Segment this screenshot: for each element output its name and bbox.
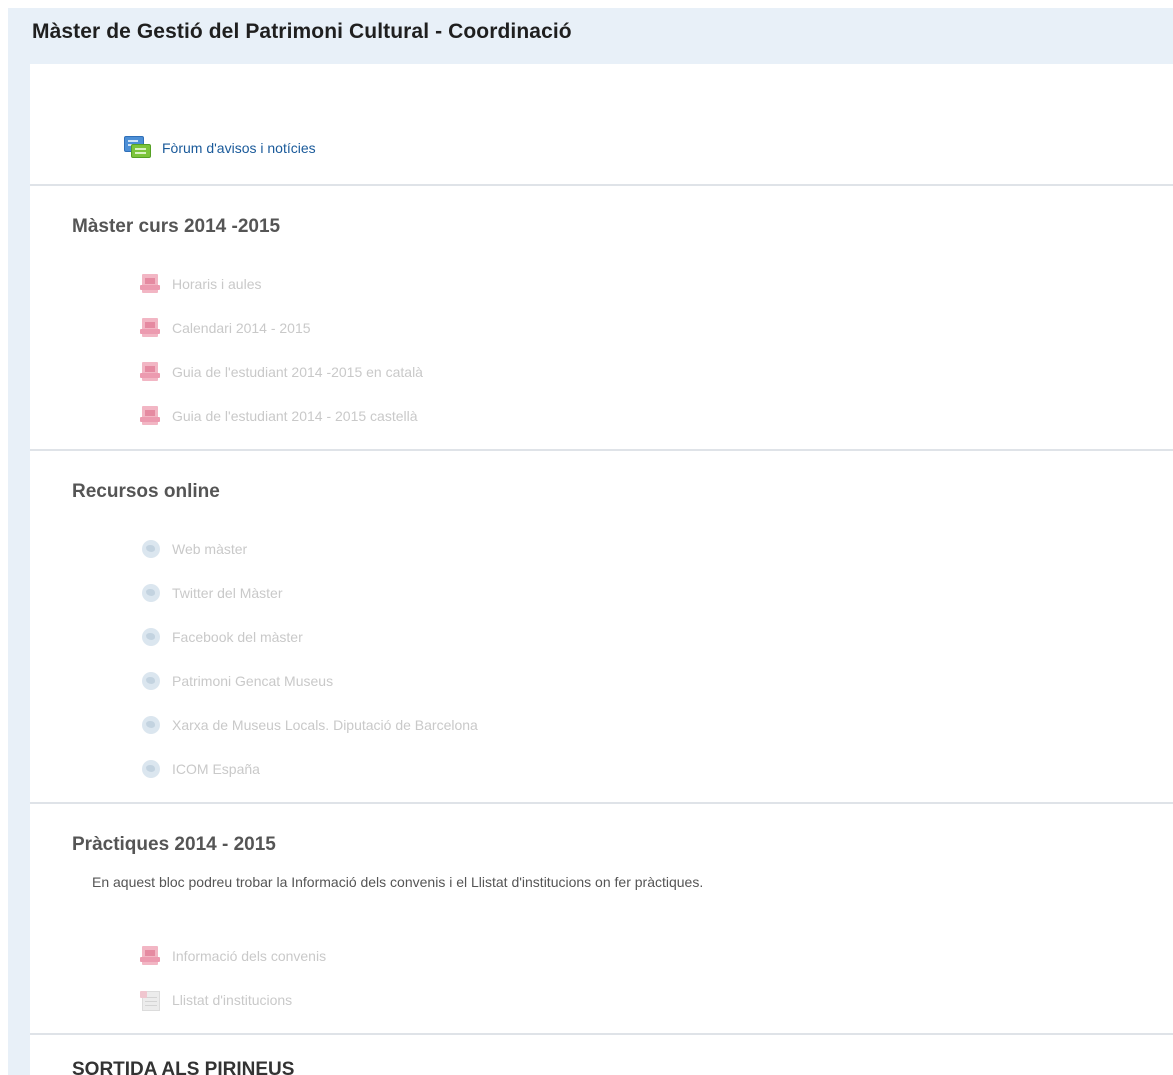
activity-forum-news[interactable]: Fòrum d'avisos i notícies	[124, 134, 316, 162]
forum-icon	[124, 136, 152, 160]
activity-twitter[interactable]: Twitter del Màster	[140, 579, 282, 607]
activity-label: ICOM España	[172, 761, 260, 777]
url-icon	[140, 539, 162, 559]
activity-icom[interactable]: ICOM España	[140, 755, 260, 783]
course-content: Fòrum d'avisos i notícies Màster curs 20…	[30, 64, 1173, 1075]
activity-patrimoni-gencat[interactable]: Patrimoni Gencat Museus	[140, 667, 333, 695]
activity-label: Guia de l'estudiant 2014 -2015 en català	[172, 364, 423, 380]
course-page: Màster de Gestió del Patrimoni Cultural …	[8, 8, 1173, 1075]
activity-label: Patrimoni Gencat Museus	[172, 673, 334, 689]
section-general: Fòrum d'avisos i notícies	[30, 64, 1173, 186]
section-title: Pràctiques 2014 - 2015	[72, 834, 276, 855]
section-recursos-online: Recursos online Web màster Twitter del M…	[30, 451, 1173, 804]
activity-informacio-convenis[interactable]: Informació dels convenis	[140, 942, 326, 970]
activity-label: Fòrum d'avisos i notícies	[162, 140, 316, 156]
section-title: Màster curs 2014 -2015	[72, 216, 281, 237]
activity-label: Xarxa de Museus Locals. Diputació de Bar…	[172, 717, 478, 733]
activity-web-master[interactable]: Web màster	[140, 535, 247, 563]
section-sortida-pirineus: SORTIDA ALS PIRINEUS	[30, 1035, 1173, 1075]
pdf-icon	[140, 274, 162, 294]
section-title: SORTIDA ALS PIRINEUS	[72, 1059, 295, 1075]
url-icon	[140, 583, 162, 603]
section-practiques: Pràctiques 2014 - 2015 En aquest bloc po…	[30, 804, 1173, 1035]
activity-label: Informació dels convenis	[172, 948, 327, 964]
activity-guia-catala[interactable]: Guia de l'estudiant 2014 -2015 en català	[140, 358, 423, 386]
activity-label: Web màster	[172, 541, 248, 557]
activity-calendari[interactable]: Calendari 2014 - 2015	[140, 314, 311, 342]
pdf-icon	[140, 406, 162, 426]
activity-horaris[interactable]: Horaris i aules	[140, 270, 261, 298]
url-icon	[140, 715, 162, 735]
pdf-icon	[140, 946, 162, 966]
spreadsheet-icon	[140, 990, 162, 1011]
activity-label: Twitter del Màster	[172, 585, 283, 601]
url-icon	[140, 627, 162, 647]
activity-label: Llistat d'institucions	[172, 992, 293, 1008]
course-title: Màster de Gestió del Patrimoni Cultural …	[32, 20, 572, 43]
activity-label: Facebook del màster	[172, 629, 303, 645]
activity-label: Horaris i aules	[172, 276, 262, 292]
activity-label: Guia de l'estudiant 2014 - 2015 castellà	[172, 408, 418, 424]
url-icon	[140, 671, 162, 691]
activity-facebook[interactable]: Facebook del màster	[140, 623, 303, 651]
activity-llistat-institucions[interactable]: Llistat d'institucions	[140, 986, 292, 1014]
pdf-icon	[140, 318, 162, 338]
activity-guia-castella[interactable]: Guia de l'estudiant 2014 - 2015 castellà	[140, 402, 418, 430]
activity-xarxa-museus[interactable]: Xarxa de Museus Locals. Diputació de Bar…	[140, 711, 478, 739]
url-icon	[140, 759, 162, 779]
section-title: Recursos online	[72, 481, 220, 502]
pdf-icon	[140, 362, 162, 382]
activity-label: Calendari 2014 - 2015	[172, 320, 311, 336]
section-master-2014-2015: Màster curs 2014 -2015 Horaris i aules C…	[30, 186, 1173, 451]
section-summary: En aquest bloc podreu trobar la Informac…	[92, 874, 704, 890]
